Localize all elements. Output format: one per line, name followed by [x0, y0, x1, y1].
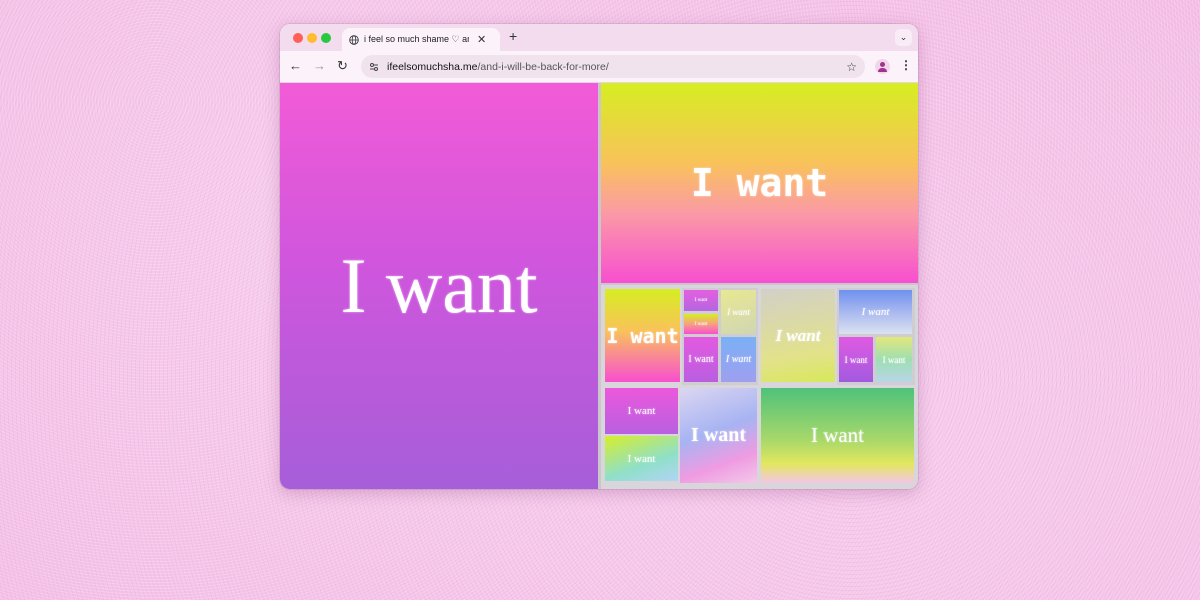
- artwork-tile: I want: [605, 436, 678, 481]
- globe-icon: [349, 34, 359, 45]
- star-icon[interactable]: ☆: [846, 60, 857, 74]
- artwork-tile: I want: [721, 290, 756, 334]
- profile-icon[interactable]: [875, 59, 890, 74]
- chevron-down-icon[interactable]: ⌄: [895, 29, 912, 46]
- url-domain: ifeelsomuchsha.me: [387, 60, 478, 73]
- back-arrow-icon[interactable]: ←: [289, 58, 302, 74]
- maximize-window-button[interactable]: [321, 33, 331, 43]
- tab-active[interactable]: i feel so much shame ♡ and i ✕: [342, 28, 500, 51]
- toolbar: ← → ↻ ifeelsomuchsha.me/and-i-will-be-ba…: [280, 51, 918, 83]
- tab-bar: i feel so much shame ♡ and i ✕ + ⌄: [280, 24, 918, 51]
- address-bar[interactable]: ifeelsomuchsha.me/and-i-will-be-back-for…: [361, 55, 865, 78]
- page-content: I want I want I want I want I want I wan…: [280, 83, 918, 489]
- url-text: ifeelsomuchsha.me/and-i-will-be-back-for…: [387, 61, 609, 73]
- reload-icon[interactable]: ↻: [337, 58, 348, 74]
- close-window-button[interactable]: [293, 33, 303, 43]
- artwork-tile: I want: [280, 83, 598, 489]
- artwork-tile: I want: [684, 314, 718, 334]
- minimize-window-button[interactable]: [307, 33, 317, 43]
- artwork-tile: I want: [839, 290, 912, 334]
- artwork-tile: I want: [601, 83, 918, 283]
- artwork-tile: I want: [839, 337, 873, 382]
- artwork-tile: I want: [761, 388, 914, 483]
- artwork-tile: I want: [684, 337, 718, 382]
- plus-icon[interactable]: +: [509, 28, 517, 44]
- artwork-tile: I want: [761, 289, 835, 382]
- forward-arrow-icon[interactable]: →: [313, 58, 326, 74]
- artwork-tile: I want: [876, 337, 912, 382]
- artwork-tile: I want: [605, 289, 680, 382]
- url-path: /and-i-will-be-back-for-more/: [477, 60, 609, 73]
- artwork-tile: I want: [684, 290, 718, 311]
- artwork-tile: I want: [721, 337, 756, 382]
- artwork-tile: I want: [605, 388, 678, 434]
- tab-title: i feel so much shame ♡ and i: [364, 34, 469, 44]
- menu-icon[interactable]: ⋮: [900, 58, 912, 72]
- artwork-tile: I want: [680, 388, 757, 483]
- browser-window: i feel so much shame ♡ and i ✕ + ⌄ ← → ↻…: [280, 24, 918, 489]
- site-settings-icon[interactable]: [369, 62, 379, 72]
- close-icon[interactable]: ✕: [477, 33, 486, 46]
